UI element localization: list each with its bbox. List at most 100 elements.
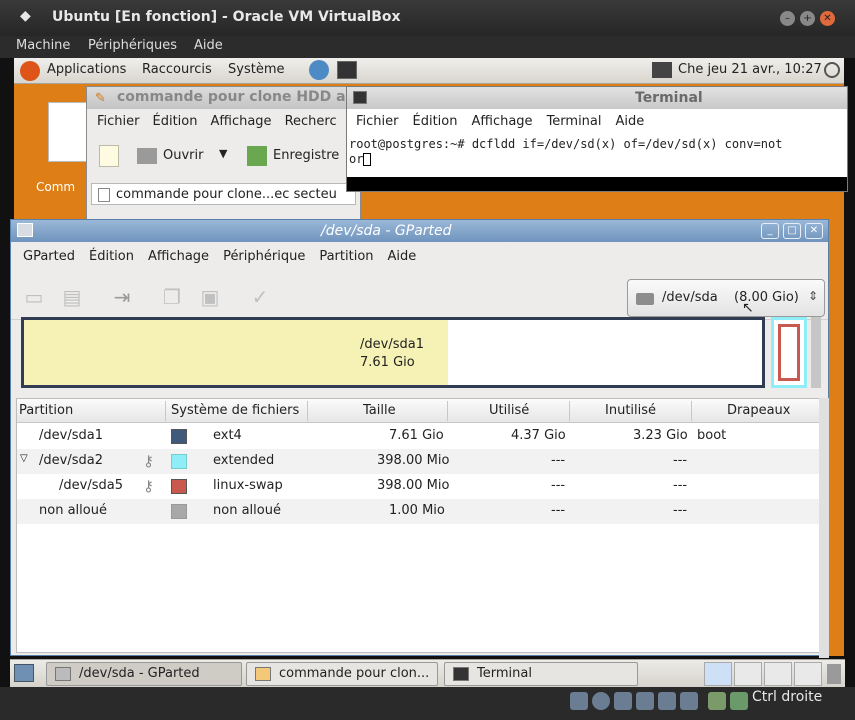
terminal-launcher-icon[interactable] xyxy=(337,61,357,79)
trash-icon[interactable] xyxy=(827,664,841,684)
gedit-menu-recherche[interactable]: Recherc xyxy=(285,114,337,129)
delete-partition-icon[interactable]: ▤ xyxy=(61,286,83,308)
gedit-document-tab[interactable]: commande pour clone...ec secteu xyxy=(91,183,356,205)
terminal-titlebar[interactable]: Terminal xyxy=(347,87,847,109)
gparted-menubar: GParted Édition Affichage Périphérique Parti… xyxy=(23,249,430,264)
partition-graph-swap[interactable] xyxy=(778,324,800,381)
minimize-icon[interactable]: – xyxy=(780,11,795,26)
gparted-menu-affichage[interactable]: Affichage xyxy=(148,249,209,264)
panel-menu-applications[interactable]: Applications xyxy=(47,62,126,77)
terminal-menu-aide[interactable]: Aide xyxy=(616,114,645,129)
gedit-menu-affichage[interactable]: Affichage xyxy=(210,114,271,129)
power-icon[interactable] xyxy=(824,62,840,78)
close-icon[interactable]: ✕ xyxy=(820,11,835,26)
col-flags[interactable]: Drapeaux xyxy=(727,403,790,418)
gedit-menu-edition[interactable]: Édition xyxy=(153,114,198,129)
col-used[interactable]: Utilisé xyxy=(489,403,529,418)
terminal-menu-affichage[interactable]: Affichage xyxy=(471,114,532,129)
paste-icon[interactable]: ▣ xyxy=(199,286,221,308)
cell-unused: --- xyxy=(673,503,688,518)
menu-peripheriques[interactable]: Périphériques xyxy=(88,38,177,53)
cell-flags: boot xyxy=(697,428,727,443)
panel-menu-raccourcis[interactable]: Raccourcis xyxy=(142,62,212,77)
gedit-menu-fichier[interactable]: Fichier xyxy=(97,114,140,129)
terminal-title: Terminal xyxy=(635,90,703,106)
open-folder-icon[interactable] xyxy=(137,148,157,164)
hard-disk-status-icon[interactable] xyxy=(570,692,588,710)
open-button[interactable]: Ouvrir xyxy=(163,148,203,163)
cell-size: 398.00 Mio xyxy=(377,453,450,468)
ubuntu-top-panel: Applications Raccourcis Système Che jeu … xyxy=(14,58,844,84)
task-terminal[interactable]: Terminal xyxy=(444,662,638,686)
resize-move-icon[interactable]: ⇥ xyxy=(111,286,133,308)
open-dropdown-icon[interactable]: ▼ xyxy=(219,147,227,160)
copy-icon[interactable]: ❐ xyxy=(161,286,183,308)
col-partition[interactable]: Partition xyxy=(19,403,73,418)
table-row[interactable]: non alloué non alloué 1.00 Mio --- --- xyxy=(17,499,825,524)
terminal-menu-fichier[interactable]: Fichier xyxy=(356,114,399,129)
floppy-icon[interactable] xyxy=(614,692,632,710)
fs-color-swatch xyxy=(171,504,187,519)
apply-icon[interactable]: ✓ xyxy=(249,286,271,308)
gparted-menu-partition[interactable]: Partition xyxy=(319,249,373,264)
expander-arrow-icon[interactable]: ▽ xyxy=(20,453,28,464)
optical-drive-icon[interactable] xyxy=(592,692,610,710)
save-button[interactable]: Enregistre xyxy=(273,148,339,163)
table-row[interactable]: /dev/sda1 ext4 7.61 Gio 4.37 Gio 3.23 Gi… xyxy=(17,424,825,449)
desktop-icon-label[interactable]: Comm xyxy=(36,180,75,194)
show-desktop-icon[interactable] xyxy=(14,664,34,682)
task-gedit[interactable]: commande pour clon... xyxy=(246,662,438,686)
workspace-2[interactable] xyxy=(734,662,762,686)
browser-icon[interactable] xyxy=(309,60,329,80)
cell-filesystem: non alloué xyxy=(213,503,281,518)
gparted-minimize-icon[interactable]: _ xyxy=(761,223,779,239)
terminal-bottom-bar xyxy=(347,177,847,191)
menu-machine[interactable]: Machine xyxy=(16,38,70,53)
text-file-icon xyxy=(98,188,110,202)
gparted-maximize-icon[interactable]: □ xyxy=(783,223,801,239)
maximize-icon[interactable]: + xyxy=(800,11,815,26)
host-key-icon[interactable] xyxy=(730,692,748,710)
save-icon[interactable] xyxy=(247,146,267,166)
table-row[interactable]: ▽ /dev/sda2 ⚷ extended 398.00 Mio --- --… xyxy=(17,449,825,474)
task-gparted[interactable]: /dev/sda - GParted xyxy=(46,662,242,686)
gparted-menu-gparted[interactable]: GParted xyxy=(23,249,75,264)
clock[interactable]: Che jeu 21 avr., 10:27 xyxy=(678,62,822,77)
mouse-integration-icon[interactable] xyxy=(708,692,726,710)
network-status-icon[interactable] xyxy=(636,692,654,710)
new-document-icon[interactable] xyxy=(99,145,119,167)
gparted-scrollbar[interactable] xyxy=(819,398,829,658)
cell-partition: /dev/sda1 xyxy=(39,428,103,443)
workspace-3[interactable] xyxy=(764,662,792,686)
workspace-4[interactable] xyxy=(794,662,822,686)
gedit-app-icon: ✎ xyxy=(95,91,106,106)
col-size[interactable]: Taille xyxy=(363,403,396,418)
partition-graph-extended[interactable] xyxy=(771,317,807,388)
graph-scrollbar[interactable] xyxy=(811,317,821,388)
terminal-output[interactable]: root@postgres:~# dcfldd if=/dev/sd(x) of… xyxy=(347,135,847,179)
partition-graph-sda1[interactable]: /dev/sda1 7.61 Gio xyxy=(21,317,765,388)
menu-aide[interactable]: Aide xyxy=(194,38,223,53)
gedit-titlebar[interactable]: ✎ commande pour clone HDD a xyxy=(87,87,360,109)
panel-menu-systeme[interactable]: Système xyxy=(228,62,284,77)
col-unused[interactable]: Inutilisé xyxy=(605,403,656,418)
gparted-titlebar[interactable]: /dev/sda - GParted _ □ ✕ xyxy=(11,220,828,242)
terminal-command-line: root@postgres:~# dcfldd if=/dev/sd(x) of… xyxy=(349,137,783,151)
usb-icon[interactable] xyxy=(658,692,676,710)
device-selector[interactable]: /dev/sda (8.00 Gio) ⇕ ↖ xyxy=(627,279,825,317)
gparted-close-icon[interactable]: ✕ xyxy=(805,223,823,239)
gparted-menu-edition[interactable]: Édition xyxy=(89,249,134,264)
ubuntu-logo-icon[interactable] xyxy=(20,61,40,81)
shared-folder-icon[interactable] xyxy=(680,692,698,710)
terminal-menu-edition[interactable]: Édition xyxy=(413,114,458,129)
terminal-task-icon xyxy=(453,667,469,681)
new-partition-icon[interactable]: ▭ xyxy=(23,286,45,308)
table-row[interactable]: /dev/sda5 ⚷ linux-swap 398.00 Mio --- --… xyxy=(17,474,825,499)
network-icon[interactable] xyxy=(652,62,672,78)
gparted-menu-aide[interactable]: Aide xyxy=(388,249,417,264)
col-filesystem[interactable]: Système de fichiers xyxy=(171,403,299,418)
workspace-1[interactable] xyxy=(704,662,732,686)
gparted-menu-peripherique[interactable]: Périphérique xyxy=(223,249,305,264)
terminal-menu-terminal[interactable]: Terminal xyxy=(547,114,602,129)
vbox-menu-icon[interactable]: ◆ xyxy=(20,8,31,24)
